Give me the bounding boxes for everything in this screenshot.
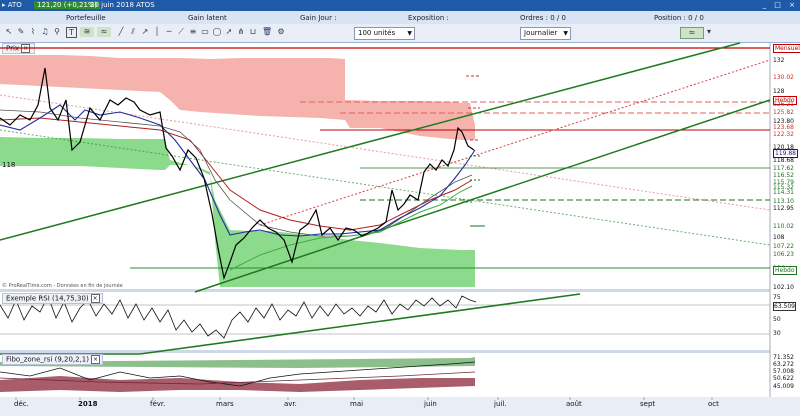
data-credit: © ProRealTime.com - Données en fin de jo… [2,283,123,289]
price-axis-tick: 110.02 [773,223,794,230]
time-axis-label: mai [350,400,364,408]
price-axis-tick: 106.23 [773,251,794,258]
rsi-pane-header: Exemple RSI (14,75,30) × [2,293,103,304]
price-axis-tick: 113.10 [773,198,794,205]
time-axis-label: juil. [494,400,507,408]
price-axis-tick: 114.31 [773,189,794,196]
rsi-axis[interactable]: 75 63.509 50 30 [772,292,800,350]
price-axis-tick: Hebdo [773,266,797,275]
time-axis-label: mars [216,400,234,408]
fibo-pane-label: Fibo_zone_rsi (9,20,2,1) [6,355,89,364]
price-axis-tick: 126.21 [773,101,794,108]
fibo-axis[interactable]: 71.352 63.272 57.008 50.622 45.009 [772,353,800,397]
time-axis-label: déc. [14,400,29,408]
fibo-axis-tick: 57.008 [773,368,794,375]
fibo-pane-header: Fibo_zone_rsi (9,20,2,1) × [2,354,103,365]
rsi-axis-tick: 75 [773,294,781,301]
price-axis-tick: 130.02 [773,74,794,81]
price-axis-tick: 122.32 [773,131,794,138]
cloud-red [0,55,475,140]
close-icon[interactable]: × [90,294,100,303]
fibo-axis-tick: 50.622 [773,375,794,382]
time-axis-label: 2018 [78,400,98,408]
price-axis-tick: 116.52 [773,172,794,179]
price-axis-tick: 102.10 [773,284,794,291]
price-axis-tick: Mensuel [773,44,800,53]
fibo-axis-tick: 63.272 [773,361,794,368]
chart-canvas[interactable] [0,0,800,416]
price-axis-tick: 123.68 [773,124,794,131]
price-axis-tick: 125.82 [773,109,794,116]
close-icon[interactable]: × [91,355,100,364]
time-axis-label: sept [640,400,656,408]
price-axis-tick: 132 [773,57,785,64]
pane-separator[interactable] [0,350,770,353]
time-axis-label: oct [708,400,719,408]
cloud-green [0,137,475,287]
fibo-axis-tick: 71.352 [773,354,794,361]
time-axis-label: févr. [150,400,166,408]
left-value-label: 118 [2,161,16,169]
price-axis[interactable]: Mensuel 132 130.02 128 Hebdo 126.21 125.82 123.… [772,43,800,291]
time-axis-label: août [566,400,582,408]
rsi-axis-tick: 30 [773,330,781,337]
rsi-axis-tick: 63.509 [773,302,796,311]
price-axis-tick: 118.68 [773,157,794,164]
price-axis-tick: 107.22 [773,243,794,250]
price-axis-tick: 108 [773,234,785,241]
time-axis-label: juin [424,400,437,408]
price-axis-tick: 117.62 [773,165,794,172]
rsi-axis-tick: 50 [773,316,781,323]
fibo-axis-tick: 45.009 [773,383,794,390]
price-axis-tick: 112.95 [773,205,794,212]
time-axis[interactable]: déc. 2018 févr. mars avr. mai juin juil. août sep… [0,399,770,413]
time-axis-label: avr. [284,400,297,408]
pane-separator[interactable] [0,289,770,292]
price-axis-tick: 128 [773,88,785,95]
rsi-pane-label: Exemple RSI (14,75,30) [6,294,89,303]
